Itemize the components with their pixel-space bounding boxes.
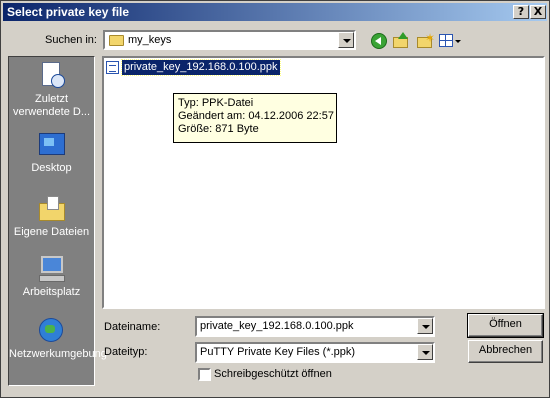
tooltip-type: Typ: PPK-Datei xyxy=(178,97,254,109)
place-label: Arbeitsplatz xyxy=(22,286,81,298)
file-tooltip: Typ: PPK-Datei Geändert am: 04.12.2006 2… xyxy=(173,93,337,143)
desktop-icon xyxy=(37,130,67,160)
tooltip-modified: Geändert am: 04.12.2006 22:57 xyxy=(178,110,334,122)
file-dialog: Select private key file ? X Suchen in: m… xyxy=(0,0,550,398)
title-bar: Select private key file ? X xyxy=(3,3,547,21)
help-button[interactable]: ? xyxy=(513,5,529,19)
recent-documents-icon xyxy=(37,61,67,91)
look-in-dropdown-button[interactable] xyxy=(338,32,354,48)
up-folder-icon[interactable] xyxy=(392,32,410,50)
open-button[interactable]: Öffnen xyxy=(467,313,544,338)
window-title: Select private key file xyxy=(7,5,130,19)
look-in-value: my_keys xyxy=(128,34,172,46)
my-computer-icon xyxy=(37,254,67,284)
place-network[interactable]: Netzwerkumgebung xyxy=(9,316,107,361)
filetype-label: Dateityp: xyxy=(104,346,148,358)
my-documents-icon xyxy=(37,194,67,224)
filename-dropdown-button[interactable] xyxy=(417,318,433,334)
tooltip-size: Größe: 871 Byte xyxy=(178,123,259,135)
cancel-button[interactable]: Abbrechen xyxy=(468,340,543,363)
file-list[interactable]: private_key_192.168.0.100.ppk Typ: PPK-D… xyxy=(102,56,545,309)
filetype-value: PuTTY Private Key Files (*.ppk) xyxy=(200,346,356,358)
place-label: Netzwerkumgebung xyxy=(9,348,107,360)
place-my-documents[interactable]: Eigene Dateien xyxy=(9,194,94,239)
place-label: Zuletzt verwendete D... xyxy=(12,93,91,118)
network-icon xyxy=(37,316,67,346)
back-icon[interactable] xyxy=(370,32,388,50)
place-recent-documents[interactable]: Zuletzt verwendete D... xyxy=(9,61,94,119)
ppk-file-icon xyxy=(106,61,119,74)
new-folder-icon[interactable]: ✶ xyxy=(416,31,435,50)
filetype-select[interactable]: PuTTY Private Key Files (*.ppk) xyxy=(195,342,435,363)
view-menu-icon[interactable] xyxy=(438,32,464,50)
file-name[interactable]: private_key_192.168.0.100.ppk xyxy=(121,59,281,76)
place-my-computer[interactable]: Arbeitsplatz xyxy=(9,254,94,299)
folder-icon xyxy=(109,35,124,46)
readonly-label[interactable]: Schreibgeschützt öffnen xyxy=(214,368,332,380)
close-button[interactable]: X xyxy=(530,5,546,19)
readonly-checkbox[interactable] xyxy=(198,368,211,381)
place-desktop[interactable]: Desktop xyxy=(9,130,94,175)
filename-field[interactable]: private_key_192.168.0.100.ppk xyxy=(195,316,435,337)
look-in-label: Suchen in: xyxy=(45,34,97,46)
place-label: Desktop xyxy=(31,162,72,174)
filename-value[interactable]: private_key_192.168.0.100.ppk xyxy=(200,320,354,332)
filename-label: Dateiname: xyxy=(104,321,161,333)
places-bar: Zuletzt verwendete D... Desktop Eigene D… xyxy=(8,56,107,386)
place-label: Eigene Dateien xyxy=(13,226,90,238)
filetype-dropdown-button[interactable] xyxy=(417,344,433,360)
look-in-combo[interactable]: my_keys xyxy=(103,30,356,50)
